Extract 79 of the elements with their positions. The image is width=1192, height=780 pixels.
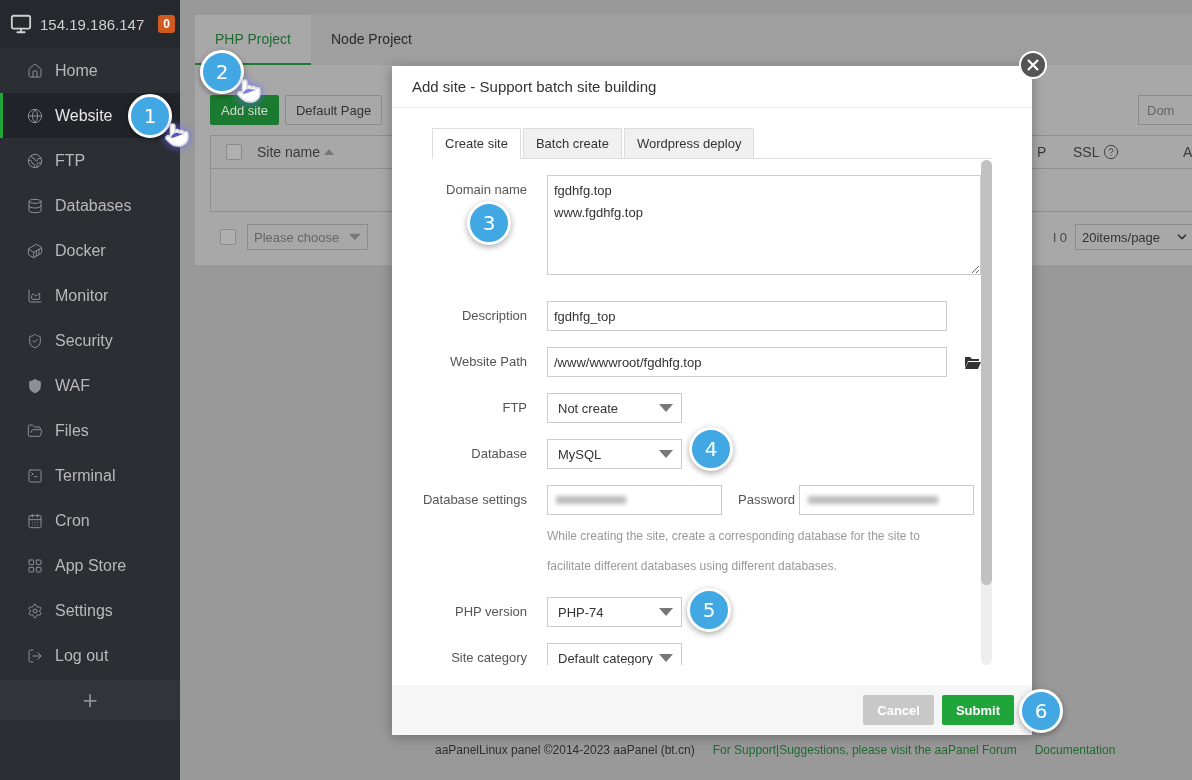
step-callout-tooltip: 6 (1019, 689, 1063, 733)
dropdown[interactable]: Not create (547, 393, 682, 423)
search-field[interactable]: Dom (1138, 95, 1192, 125)
nav-item[interactable]: Docker (0, 228, 180, 273)
dropdown[interactable]: MySQL (547, 439, 682, 469)
caret-icon (349, 233, 361, 241)
password-field[interactable] (799, 485, 975, 515)
nav-item[interactable]: Cron (0, 498, 180, 543)
column-header: Site name (257, 144, 321, 160)
checkbox[interactable] (220, 229, 236, 245)
help-icon[interactable] (1103, 144, 1120, 160)
shield-check-icon (27, 332, 43, 349)
nav-item[interactable]: App Store (0, 543, 180, 588)
toolbar-button[interactable]: Default Page (285, 95, 383, 125)
field-label: FTP (501, 399, 527, 417)
dropdown[interactable]: Default category (547, 643, 682, 665)
checkbox[interactable] (226, 144, 242, 160)
nav-item[interactable]: Settings (0, 588, 180, 633)
folder-icon[interactable] (965, 356, 981, 369)
close-icon (1027, 59, 1039, 71)
grid-icon (27, 557, 43, 574)
caret-icon (659, 608, 673, 616)
field-label: Password (738, 491, 796, 509)
caret-icon (659, 404, 673, 412)
nav-item[interactable]: Files (0, 408, 180, 453)
nav-item[interactable]: Terminal (0, 453, 180, 498)
add-button[interactable]: + (76, 684, 104, 716)
shield-icon (27, 377, 43, 394)
nav-item[interactable]: Log out (0, 633, 180, 678)
server-ip: 154.19.186.147 (40, 15, 145, 33)
copyright-text: aaPanelLinux panel ©2014-2023 aaPanel (bt.cn) (435, 743, 695, 757)
logout-icon (27, 647, 43, 664)
column-header: P (1037, 144, 1047, 160)
settings-icon (27, 602, 43, 619)
blurred-value-icon (556, 496, 626, 504)
sort-up-icon[interactable] (324, 149, 335, 155)
column-header: A (1183, 144, 1192, 160)
caret-icon (659, 450, 673, 458)
globe-icon (27, 152, 43, 169)
dialog-tab[interactable]: Batch create (522, 128, 622, 158)
column-header: SSL (1073, 144, 1100, 160)
field-label: Database (470, 445, 527, 463)
container-icon (27, 242, 43, 259)
dialog-title: Add site - Support batch site building (412, 78, 657, 95)
field-label: PHP version (454, 603, 527, 621)
nav-item[interactable]: Home (0, 48, 180, 93)
notification-badge[interactable]: 0 (158, 15, 175, 33)
dialog-tab[interactable]: Wordpress deploy (623, 128, 755, 158)
add-site-button[interactable]: Add site (210, 95, 279, 125)
hint-text: While creating the site, create a corresponding database for the site to facilitate different databases using different databases. (547, 528, 921, 575)
folder-icon (27, 422, 43, 439)
dropdown[interactable]: PHP-74 (547, 597, 682, 627)
text-field[interactable]: fgdhfg_top (547, 301, 947, 331)
nav-item[interactable]: Security (0, 318, 180, 363)
nav-item[interactable]: WAF (0, 363, 180, 408)
chart-icon (27, 287, 43, 304)
caret-icon (659, 654, 673, 662)
nav-item[interactable]: Monitor (0, 273, 180, 318)
calendar-icon (27, 512, 43, 529)
domain-field[interactable]: fgdhfg.top www.fgdhfg.top (547, 175, 981, 275)
username-field[interactable] (547, 485, 722, 515)
scrollbar[interactable] (981, 160, 992, 665)
field-label: Description (460, 307, 527, 325)
nav-item[interactable]: Databases (0, 183, 180, 228)
field-label: Website Path (448, 353, 527, 371)
field-label: Domain name (445, 181, 527, 199)
total-count: l 0 (1053, 229, 1067, 245)
terminal-icon (27, 467, 43, 484)
nav-item[interactable]: FTP (0, 138, 180, 183)
dialog-tab[interactable]: Create site (432, 128, 521, 159)
database-icon (27, 197, 43, 214)
server-icon (10, 13, 32, 35)
globe-icon (27, 107, 43, 124)
page-size-dropdown[interactable]: 20items/page (1075, 224, 1192, 250)
house-icon (27, 62, 43, 79)
blurred-value-icon (808, 496, 939, 504)
field-label: Site category (450, 649, 527, 665)
field-label: Database settings (421, 491, 527, 509)
path-field[interactable]: /www/wwwroot/fgdhfg.top (547, 347, 947, 377)
